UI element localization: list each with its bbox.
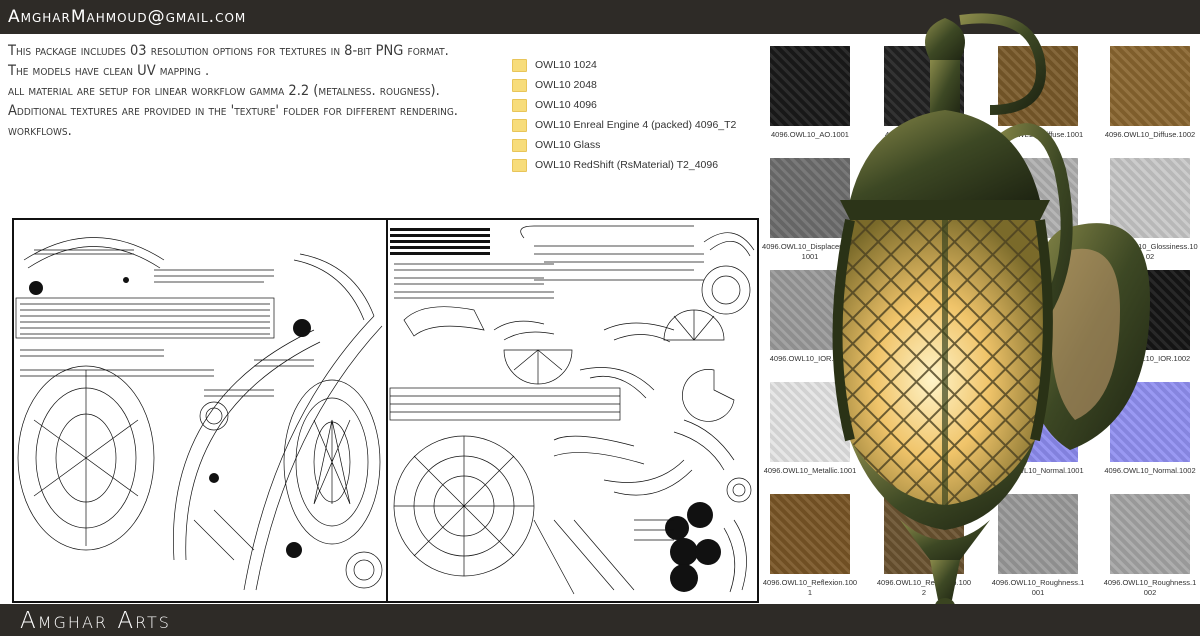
folder-label: OWL10 Glass [535, 139, 601, 151]
texture-label: 4096.OWL10_Glossiness.1002 [1102, 242, 1198, 261]
texture-label: 4096.OWL10_Roughness.1001 [991, 578, 1085, 597]
texture-thumbnail[interactable] [998, 46, 1078, 126]
folder-item[interactable]: OWL10 RedShift (RsMaterial) T2_4096 [512, 155, 736, 175]
texture-label: 4096.OWL10_Normal.1002 [1104, 466, 1196, 475]
uv-divider [386, 220, 388, 601]
texture-thumbnail[interactable] [884, 158, 964, 238]
brand-text: Amghar Arts [20, 608, 171, 634]
texture-thumbnail[interactable] [884, 270, 964, 350]
texture-label: 4096.OWL10_AO.1001 [771, 130, 849, 139]
texture-label: 4096.OWL10_AO.1002 [885, 130, 963, 139]
footer-bar: Amghar Arts [0, 604, 1200, 636]
texture-label: 4096.OWL10_IOR.1002 [1109, 354, 1191, 363]
texture-label: 4096.OWL10_Diffuse.1001 [992, 130, 1084, 139]
description-line: all material are setup for linear workfl… [8, 83, 440, 99]
texture-label: 4096.OWL10_Metallic.1002 [877, 466, 971, 475]
texture-thumbnail[interactable] [884, 494, 964, 574]
folder-icon [512, 98, 527, 112]
description-line: Additional textures are provided in the … [8, 103, 458, 119]
texture-thumbnail[interactable] [998, 494, 1078, 574]
texture-label: 4096.OWL10_Displacement.1002 [876, 242, 972, 261]
texture-label: 4096.OWL10_Displacement.1001 [762, 242, 858, 261]
description-line: workflows. [8, 123, 72, 139]
texture-thumbnail[interactable] [1110, 158, 1190, 238]
texture-label: 4096.OWL10_IOR.1001 [769, 354, 851, 363]
texture-thumbnail[interactable] [884, 382, 964, 462]
texture-thumbnail[interactable] [998, 158, 1078, 238]
texture-label: 4096.OWL10_Glossiness.1001 [990, 242, 1086, 261]
folder-label: OWL10 4096 [535, 99, 597, 111]
folder-icon [512, 78, 527, 92]
folder-icon [512, 118, 527, 132]
texture-label: 4096.OWL10_Normal.1001 [992, 466, 1084, 475]
folder-icon [512, 138, 527, 152]
texture-thumbnail[interactable] [770, 382, 850, 462]
email-text: AmgharMahmoud@gmail.com [8, 7, 247, 27]
texture-thumbnail[interactable] [770, 270, 850, 350]
description-line: The models have clean UV mapping . [8, 63, 210, 79]
texture-label: 4096.OWL10_IOR.1001 [997, 354, 1079, 363]
folder-label: OWL10 2048 [535, 79, 597, 91]
folder-item[interactable]: OWL10 Glass [512, 135, 736, 155]
texture-label: 4096.OWL10_IOR.1001 [883, 354, 965, 363]
folder-label: OWL10 RedShift (RsMaterial) T2_4096 [535, 159, 719, 171]
texture-label: 4096.OWL10_Roughness.1002 [1103, 578, 1197, 597]
folder-item[interactable]: OWL10 Enreal Engine 4 (packed) 4096_T2 [512, 115, 736, 135]
texture-thumbnail[interactable] [770, 158, 850, 238]
texture-label: 4096.OWL10_Reflexion.1002 [876, 578, 972, 597]
folder-label: OWL10 Enreal Engine 4 (packed) 4096_T2 [535, 119, 737, 131]
folder-item[interactable]: OWL10 4096 [512, 95, 736, 115]
texture-thumbnail[interactable] [770, 494, 850, 574]
folder-label: OWL10 1024 [535, 59, 597, 71]
folder-item[interactable]: OWL10 2048 [512, 75, 736, 95]
description-line: This package includes 03 resolution opti… [8, 43, 449, 59]
package-description: This package includes 03 resolution opti… [8, 41, 508, 141]
folder-icon [512, 58, 527, 72]
header-bar: AmgharMahmoud@gmail.com [0, 0, 1200, 34]
texture-thumbnail[interactable] [998, 382, 1078, 462]
texture-thumbnail[interactable] [770, 46, 850, 126]
texture-thumbnail[interactable] [1110, 270, 1190, 350]
folder-list: OWL10 1024 OWL10 2048 OWL10 4096 OWL10 E… [512, 55, 736, 175]
texture-thumbnail[interactable] [998, 270, 1078, 350]
texture-thumbnail[interactable] [1110, 494, 1190, 574]
uv-layout-panel [12, 218, 759, 603]
texture-thumbnail[interactable] [1110, 46, 1190, 126]
texture-thumbnail[interactable] [884, 46, 964, 126]
texture-label: 4096.OWL10_Diffuse.1002 [1104, 130, 1196, 139]
texture-label: 4096.OWL10_Metallic.1001 [763, 466, 857, 475]
folder-icon [512, 158, 527, 172]
texture-thumbnail[interactable] [1110, 382, 1190, 462]
folder-item[interactable]: OWL10 1024 [512, 55, 736, 75]
texture-label: 4096.OWL10_Reflexion.1001 [762, 578, 858, 597]
